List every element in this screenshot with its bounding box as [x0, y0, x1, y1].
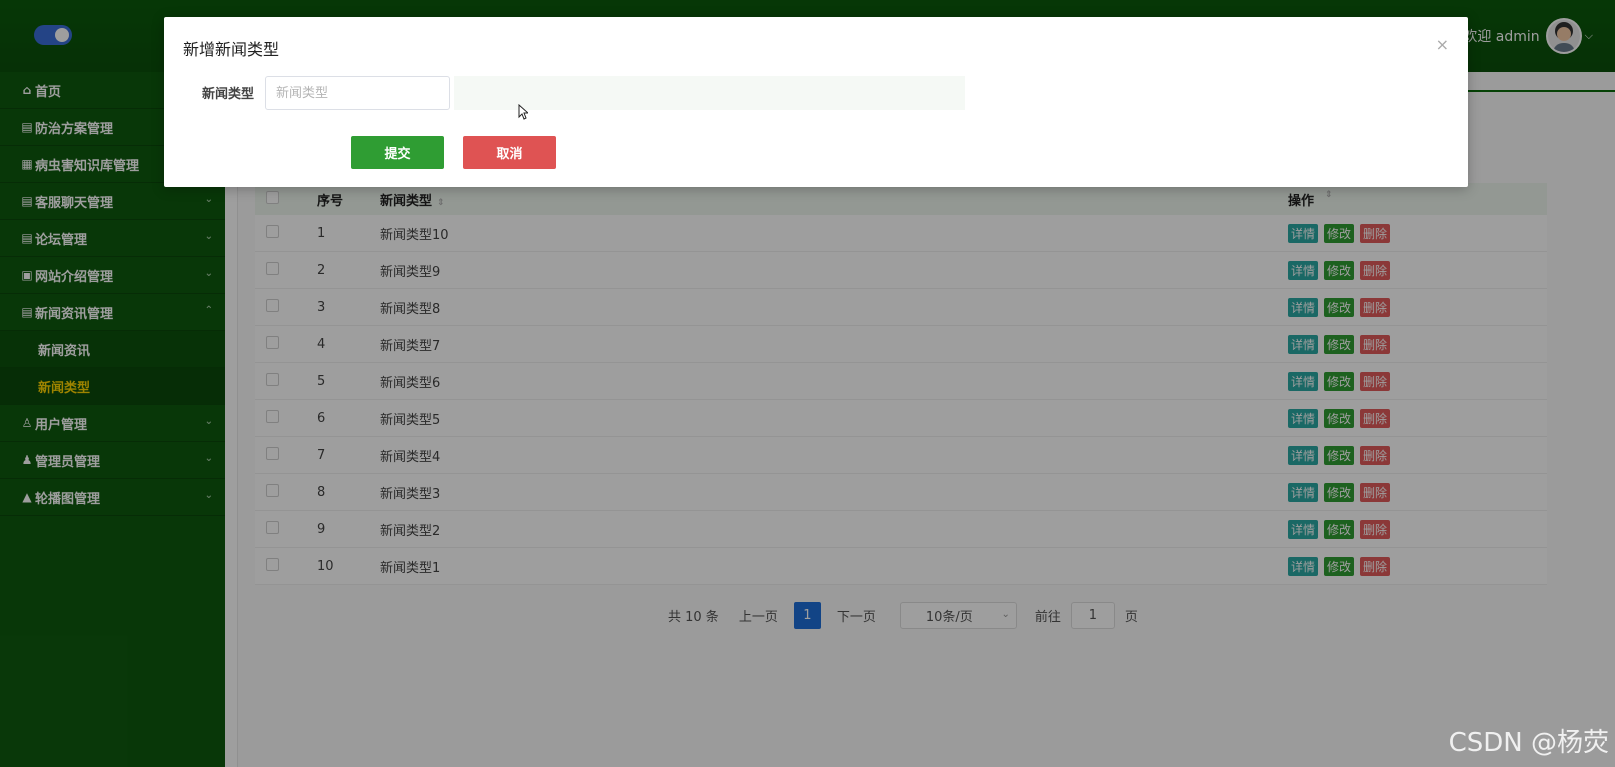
watermark: CSDN @杨荧 — [1448, 728, 1609, 758]
add-news-type-dialog: 新增新闻类型 × 新闻类型 提交 取消 — [164, 17, 1468, 187]
cancel-button[interactable]: 取消 — [463, 136, 556, 169]
news-type-input[interactable] — [265, 76, 450, 110]
form-field-area — [454, 76, 965, 110]
mouse-cursor-icon — [518, 104, 528, 120]
news-type-field-label: 新闻类型 — [202, 87, 255, 102]
submit-button[interactable]: 提交 — [351, 136, 444, 169]
dialog-title: 新增新闻类型 — [183, 40, 280, 59]
close-icon[interactable]: × — [1436, 35, 1449, 54]
